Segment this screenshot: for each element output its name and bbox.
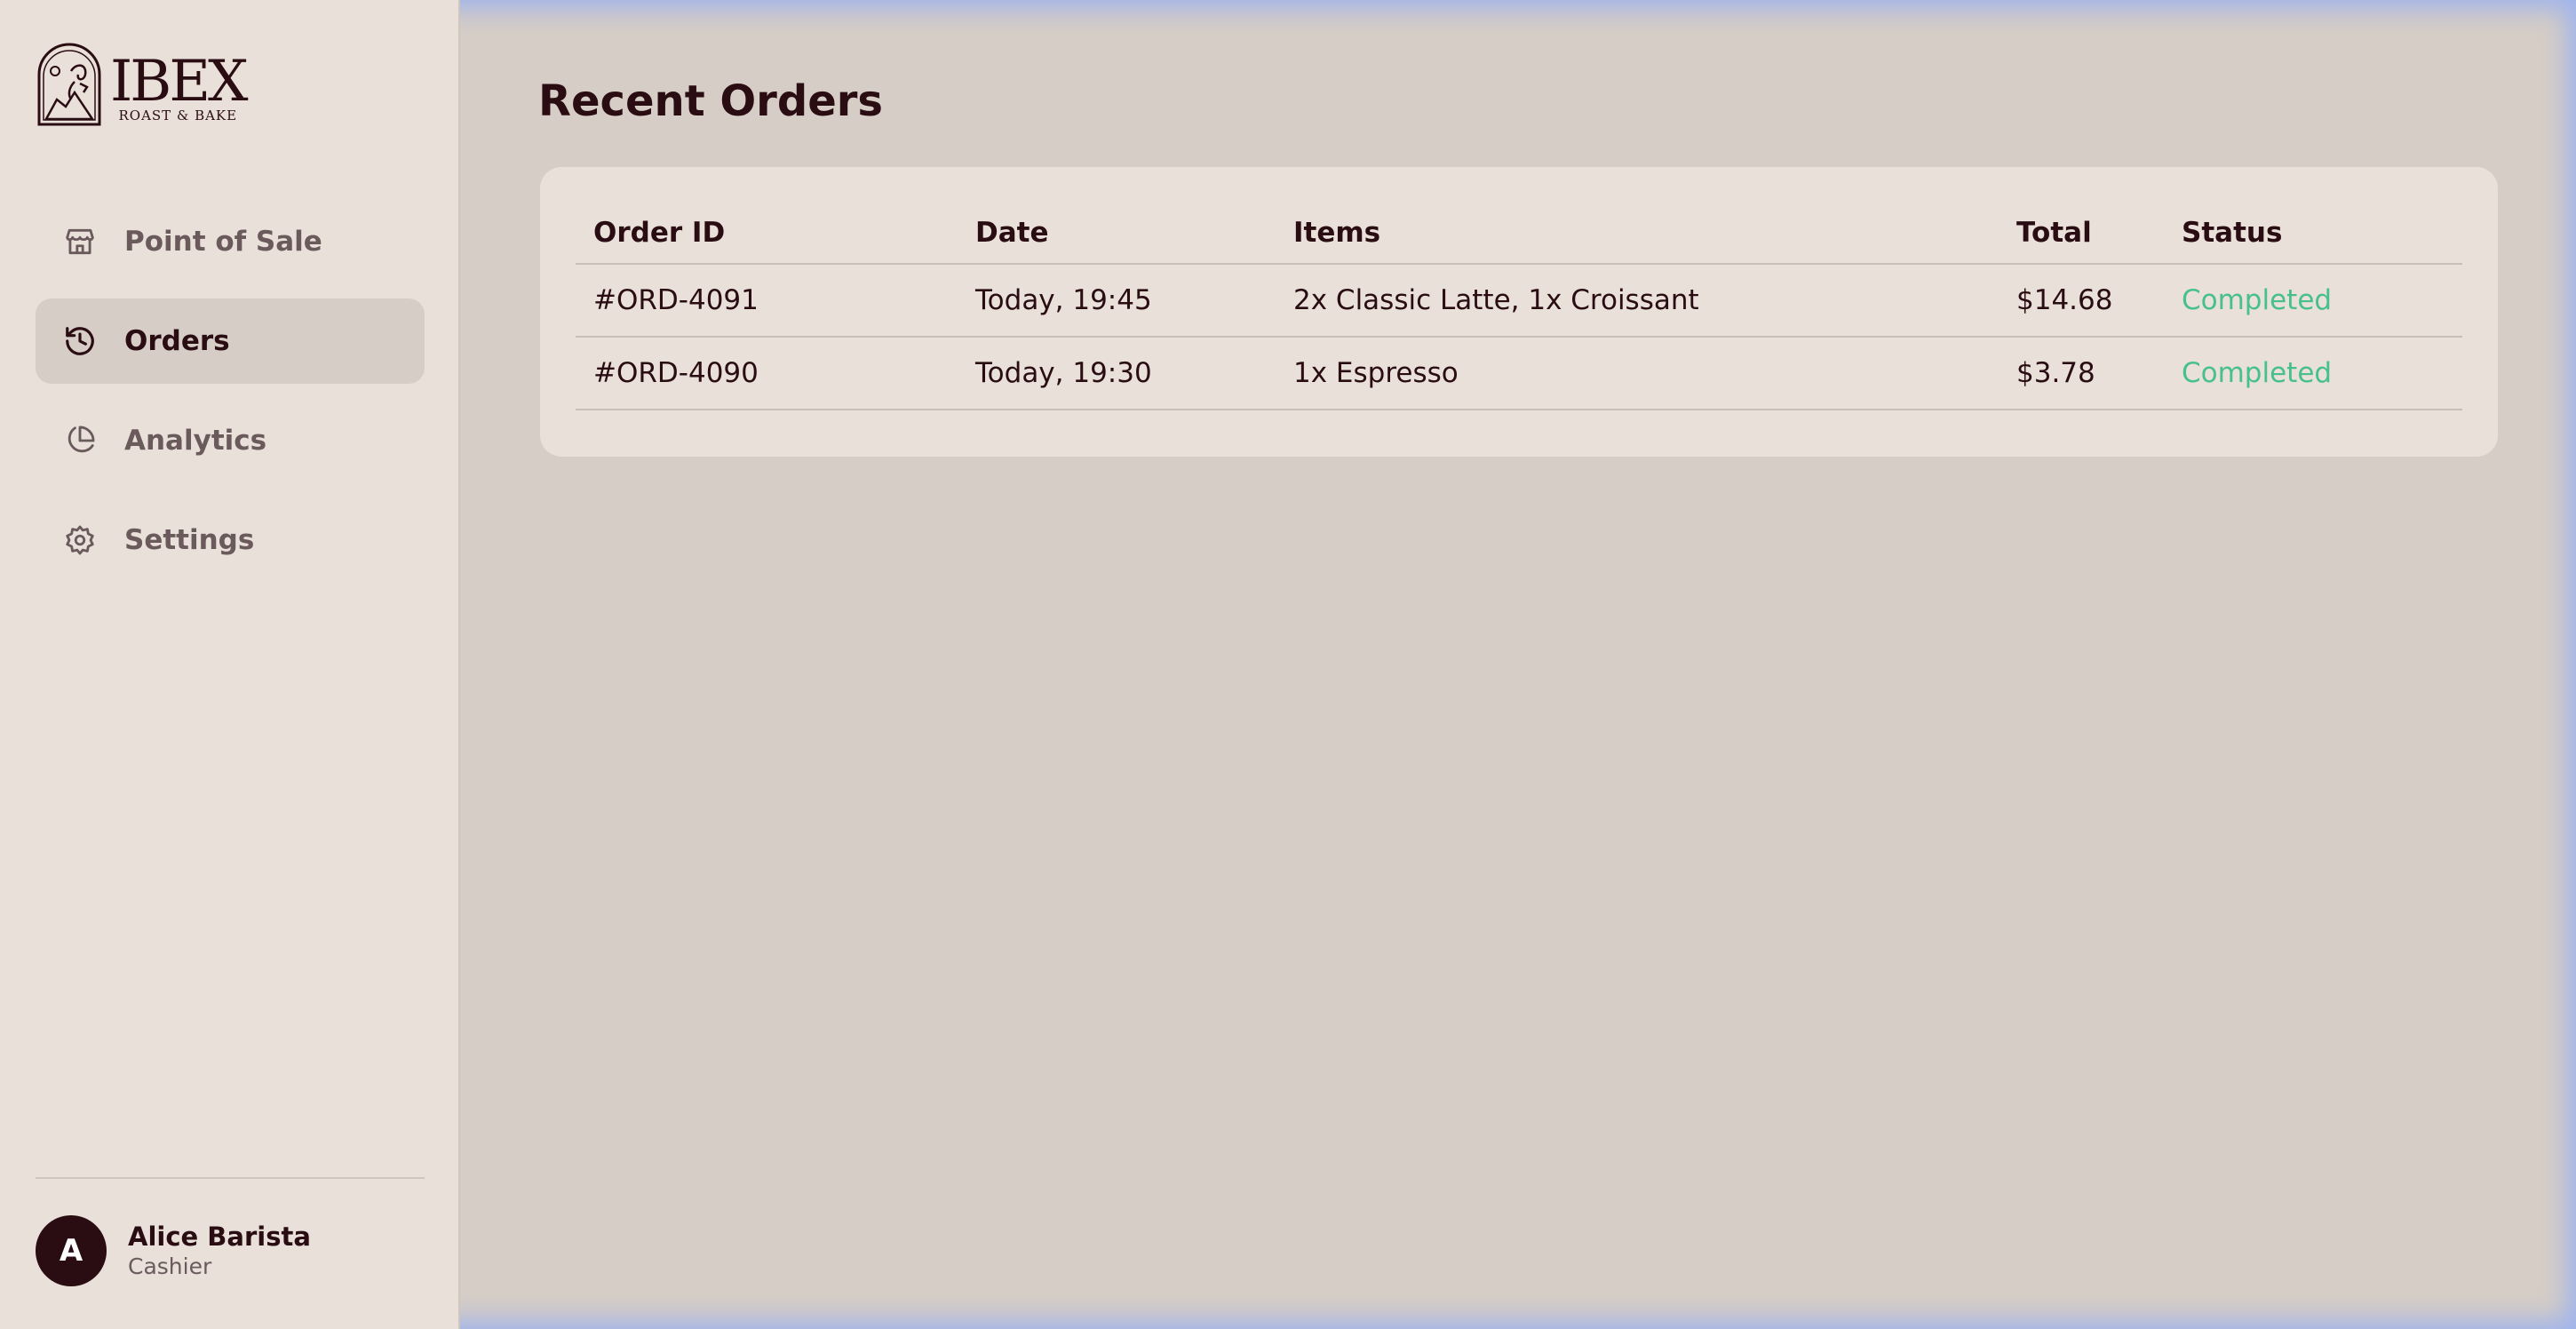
pie-chart-icon	[62, 423, 98, 458]
sidebar-item-label: Analytics	[124, 425, 267, 457]
page-title: Recent Orders	[538, 76, 883, 126]
brand-subtitle: ROAST & BAKE	[118, 107, 238, 123]
order-id-cell: #ORD-4091	[576, 264, 958, 338]
store-icon	[62, 224, 98, 259]
order-id-cell: #ORD-4090	[576, 337, 958, 410]
sidebar-item-label: Point of Sale	[124, 226, 322, 258]
sidebar-nav: Point of Sale Orders Analytics Settings	[36, 199, 425, 597]
orders-table: Order ID Date Items Total Status #ORD-40…	[576, 203, 2462, 410]
order-total-cell: $14.68	[1999, 264, 2164, 338]
gear-icon	[62, 522, 98, 558]
ibex-logo-icon	[37, 43, 101, 126]
sidebar-item-analytics[interactable]: Analytics	[36, 398, 425, 483]
status-badge: Completed	[2164, 264, 2462, 338]
sidebar-item-label: Orders	[124, 325, 230, 357]
column-header-order-id: Order ID	[576, 203, 958, 265]
avatar: A	[36, 1215, 107, 1286]
history-icon	[62, 323, 98, 359]
sidebar-item-point-of-sale[interactable]: Point of Sale	[36, 199, 425, 284]
brand-title: IBEX	[110, 49, 249, 115]
order-date-cell: Today, 19:30	[958, 337, 1276, 410]
order-items-cell: 1x Espresso	[1276, 337, 1999, 410]
table-header-row: Order ID Date Items Total Status	[576, 203, 2462, 265]
column-header-date: Date	[958, 203, 1276, 265]
app-window: IBEX ROAST & BAKE Point of Sale Orders A…	[0, 0, 2576, 1329]
brand-wordmark: IBEX ROAST & BAKE	[110, 49, 249, 123]
user-profile[interactable]: A Alice Barista Cashier	[36, 1215, 311, 1286]
table-row[interactable]: #ORD-4091 Today, 19:45 2x Classic Latte,…	[576, 264, 2462, 338]
table-row[interactable]: #ORD-4090 Today, 19:30 1x Espresso $3.78…	[576, 337, 2462, 410]
user-name: Alice Barista	[128, 1222, 311, 1252]
user-role: Cashier	[128, 1253, 212, 1279]
orders-card: Order ID Date Items Total Status #ORD-40…	[540, 167, 2498, 457]
status-badge: Completed	[2164, 337, 2462, 410]
order-date-cell: Today, 19:45	[958, 264, 1276, 338]
sidebar-item-orders[interactable]: Orders	[36, 298, 425, 384]
sidebar-item-label: Settings	[124, 524, 255, 556]
main-content: Recent Orders Order ID Date Items Total …	[460, 0, 2576, 1329]
order-total-cell: $3.78	[1999, 337, 2164, 410]
column-header-status: Status	[2164, 203, 2462, 265]
column-header-total: Total	[1999, 203, 2164, 265]
order-items-cell: 2x Classic Latte, 1x Croissant	[1276, 264, 1999, 338]
column-header-items: Items	[1276, 203, 1999, 265]
sidebar: IBEX ROAST & BAKE Point of Sale Orders A…	[0, 0, 460, 1329]
brand-logo[interactable]: IBEX ROAST & BAKE	[36, 41, 249, 128]
user-info: Alice Barista Cashier	[128, 1221, 311, 1281]
sidebar-divider	[36, 1177, 425, 1179]
sidebar-item-settings[interactable]: Settings	[36, 497, 425, 583]
